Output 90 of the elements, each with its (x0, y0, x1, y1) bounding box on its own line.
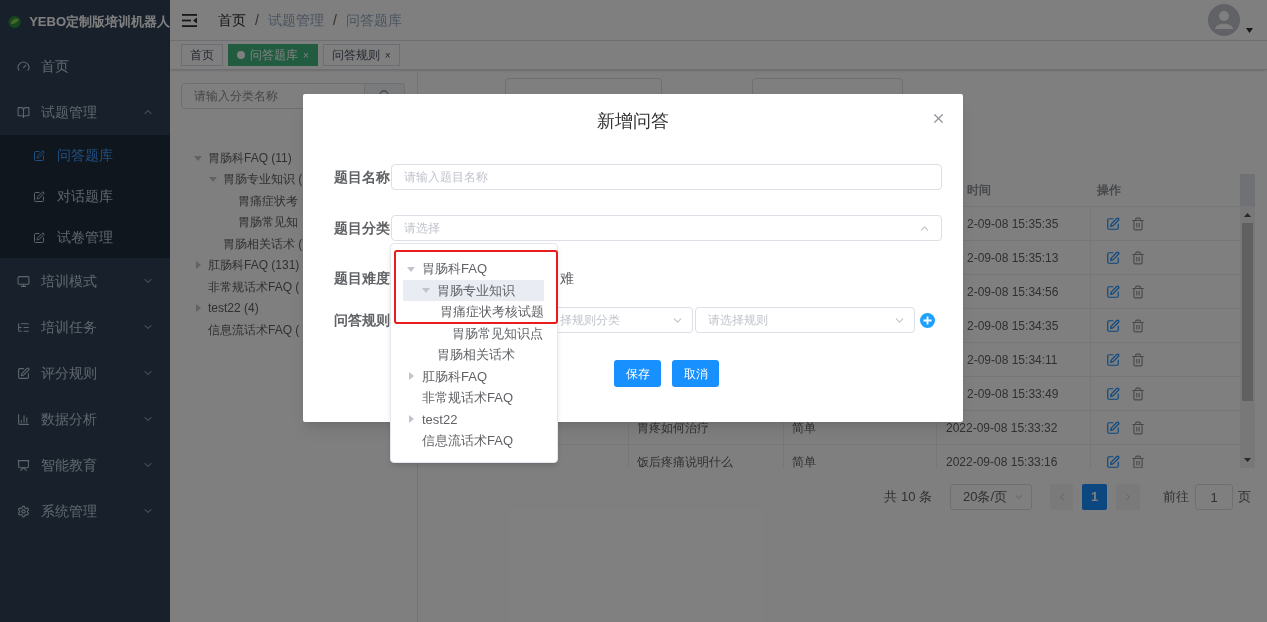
trash-icon[interactable] (1131, 216, 1145, 231)
table-cell-text: 2022-09-08 15:33:16 (946, 453, 1058, 468)
sidebar-item[interactable]: 数据分析 (0, 396, 170, 442)
presentation-icon (17, 458, 30, 472)
trash-icon[interactable] (1131, 352, 1145, 367)
close-icon[interactable] (931, 111, 946, 126)
page-tab[interactable]: 首页 (181, 44, 223, 66)
avatar-icon[interactable] (1208, 4, 1240, 36)
table-cell-text: 简单 (792, 453, 816, 468)
goto-label: 前往 (1163, 488, 1189, 507)
edit-icon[interactable] (1106, 284, 1120, 299)
gauge-icon (17, 59, 30, 73)
breadcrumb-separator: / (255, 10, 259, 30)
table-cell-text: 2-09-08 15:34:35 (967, 317, 1059, 335)
app-title: YEBO定制版培训机器人 (29, 12, 170, 31)
dialog-button[interactable]: 保存 (614, 360, 661, 387)
trash-icon[interactable] (1131, 318, 1145, 333)
submenu-item[interactable]: 对话题库 (0, 176, 170, 217)
sidebar-item[interactable]: 试题管理 (0, 89, 170, 135)
settings-icon (17, 504, 30, 518)
sidebar-item[interactable]: 培训任务 (0, 304, 170, 350)
radio-option[interactable]: 难 (560, 267, 574, 289)
trash-icon[interactable] (1131, 250, 1145, 265)
edit-icon (33, 190, 45, 203)
page-tab[interactable]: 问答题库 × (228, 44, 318, 66)
sidebar-item[interactable]: 评分规则 (0, 350, 170, 396)
sidebar-item[interactable]: 系统管理 (0, 488, 170, 534)
add-icon[interactable] (920, 312, 935, 328)
sidebar-item[interactable]: 智能教育 (0, 442, 170, 488)
page-field[interactable]: 1 (1195, 484, 1233, 510)
page-suffix: 页 (1238, 488, 1251, 507)
table-cell-text: 2-09-08 15:34:56 (967, 283, 1059, 301)
table-cell-text: 胃疼如何治疗 (637, 419, 709, 437)
page-button[interactable]: 1 (1082, 484, 1107, 510)
dialog-button[interactable]: 取消 (672, 360, 719, 387)
form-label: 问答规则 (333, 310, 391, 330)
tree-node[interactable]: 信息流话术FAQ ( (208, 320, 300, 339)
table-cell-text: 2-09-08 15:35:35 (967, 215, 1059, 233)
caret-icon[interactable] (1246, 28, 1253, 33)
page-tab[interactable]: 问答规则 × (322, 44, 400, 66)
sidebar-item[interactable]: 培训模式 (0, 258, 170, 304)
tree-node[interactable]: 非常规话术FAQ ( (208, 277, 300, 296)
table-cell-text: 2-09-08 15:34:11 (967, 351, 1058, 369)
form-label: 题目名称 (333, 167, 391, 187)
trash-icon[interactable] (1131, 454, 1145, 468)
book-icon (17, 105, 30, 119)
edit-icon (33, 231, 45, 244)
scrollbar[interactable] (1240, 207, 1255, 468)
edit-icon[interactable] (1106, 454, 1120, 468)
edit-icon (33, 149, 45, 162)
trash-icon[interactable] (1131, 284, 1145, 299)
page-size-select[interactable]: 20条/页 (950, 484, 1032, 510)
tree-node[interactable]: 胃痛症状考 (238, 191, 298, 210)
list-icon (17, 320, 30, 334)
table-cell-text: 饭后疼痛说明什么 (637, 453, 733, 468)
trash-icon[interactable] (1131, 386, 1145, 401)
tree-node[interactable]: 胃肠常见知 (238, 213, 298, 232)
table-cell-text: 2-09-08 15:35:13 (967, 249, 1059, 267)
submenu-item[interactable]: 问答题库 (0, 135, 170, 176)
total-count: 共 10 条 (884, 488, 932, 507)
tree-node[interactable]: 肛肠科FAQ (131) (208, 256, 300, 275)
edit-icon[interactable] (1106, 216, 1120, 231)
form-label: 题目难度 (333, 268, 391, 288)
tree-node[interactable]: test22 (4) (208, 299, 259, 318)
dialog-title: 新增问答 (597, 110, 669, 133)
edit-icon[interactable] (1106, 352, 1120, 367)
sidebar-item[interactable]: 首页 (0, 43, 170, 89)
edit-icon[interactable] (1106, 420, 1120, 435)
edit-icon[interactable] (1106, 318, 1120, 333)
edit-icon[interactable] (1106, 250, 1120, 265)
edit-icon (17, 366, 30, 380)
tree-node[interactable]: 胃肠科FAQ (11) (208, 148, 292, 167)
table-cell-text: 2022-09-08 15:33:32 (946, 419, 1058, 437)
edit-icon[interactable] (1106, 386, 1120, 401)
tree-node[interactable]: 胃肠相关话术 ( (223, 234, 303, 253)
breadcrumb-separator: / (332, 10, 337, 30)
monitor-icon (17, 274, 30, 288)
breadcrumb-item[interactable]: 首页 (218, 9, 246, 31)
tree-node[interactable]: 胃肠专业知识 ( (223, 170, 303, 189)
table-cell-text: 简单 (792, 419, 816, 437)
select-field[interactable]: 请选择 (391, 215, 942, 241)
text-field[interactable]: 请输入题目名称 (391, 164, 942, 190)
menu-icon[interactable] (182, 13, 197, 27)
bar-chart-icon (17, 412, 30, 426)
form-label: 题目分类 (333, 218, 391, 238)
select-field[interactable]: 请选择规则 (695, 307, 915, 333)
table-cell-text: 2-09-08 15:33:49 (967, 385, 1059, 403)
submenu-item[interactable]: 试卷管理 (0, 217, 170, 258)
trash-icon[interactable] (1131, 420, 1145, 435)
tree-option[interactable]: 胃肠专业知识 (403, 279, 544, 301)
